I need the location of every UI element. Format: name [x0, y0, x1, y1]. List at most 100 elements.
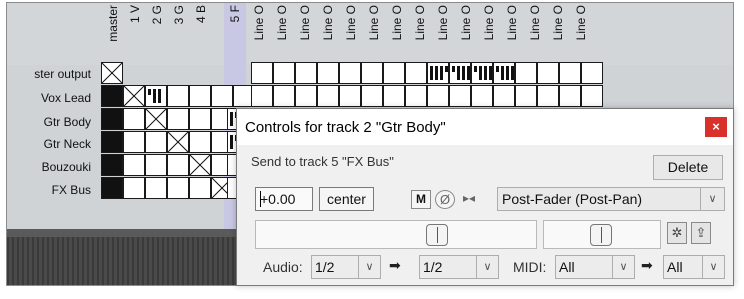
- grid-cell[interactable]: [317, 85, 339, 107]
- grid-cell[interactable]: [123, 154, 145, 176]
- grid-cell[interactable]: [493, 62, 515, 84]
- grid-cell[interactable]: [449, 85, 471, 107]
- grid-cell[interactable]: [581, 62, 603, 84]
- grid-cell[interactable]: [145, 85, 167, 107]
- grid-cell[interactable]: [295, 62, 317, 84]
- automation-icon[interactable]: ⇪: [691, 222, 711, 244]
- col-header-track-3[interactable]: 3 G: [171, 5, 186, 61]
- grid-cell[interactable]: [145, 108, 167, 130]
- grid-cell[interactable]: [211, 85, 233, 107]
- grid-cell[interactable]: [427, 85, 449, 107]
- grid-cell[interactable]: [189, 177, 211, 199]
- grid-cell[interactable]: [189, 154, 211, 176]
- midi-source-select[interactable]: All ∨: [555, 255, 635, 279]
- grid-cell[interactable]: [167, 177, 189, 199]
- grid-cell[interactable]: [405, 62, 427, 84]
- send-volume-field[interactable]: +0.00: [255, 187, 313, 211]
- grid-cell[interactable]: [339, 62, 361, 84]
- grid-cell[interactable]: [405, 85, 427, 107]
- col-header-line-out[interactable]: Line O: [527, 5, 542, 61]
- close-icon[interactable]: ×: [705, 117, 727, 137]
- grid-cell[interactable]: [471, 62, 493, 84]
- col-header-track-4[interactable]: 4 B: [193, 5, 208, 61]
- grid-cell[interactable]: [145, 131, 167, 153]
- col-header-line-out[interactable]: Line O: [504, 5, 519, 61]
- envelope-icon[interactable]: ✲: [667, 222, 687, 244]
- grid-cell[interactable]: [427, 62, 449, 84]
- grid-cell[interactable]: [167, 154, 189, 176]
- grid-cell[interactable]: [493, 85, 515, 107]
- grid-cell[interactable]: [167, 131, 189, 153]
- phase-invert-icon[interactable]: Ø: [435, 190, 455, 209]
- grid-cell[interactable]: [123, 131, 145, 153]
- col-header-line-out[interactable]: Line O: [366, 5, 381, 61]
- grid-cell[interactable]: [123, 108, 145, 130]
- col-header-line-out[interactable]: Line O: [297, 5, 312, 61]
- grid-cell[interactable]: [123, 85, 145, 107]
- col-header-track-1[interactable]: 1 V: [127, 5, 142, 61]
- col-header-line-out[interactable]: Line O: [274, 5, 289, 61]
- grid-cell[interactable]: [559, 62, 581, 84]
- col-header-line-out[interactable]: Line O: [320, 5, 335, 61]
- grid-cell[interactable]: [537, 85, 559, 107]
- col-header-line-out[interactable]: Line O: [435, 5, 450, 61]
- grid-cell[interactable]: [145, 154, 167, 176]
- grid-cell[interactable]: [515, 62, 537, 84]
- grid-cell[interactable]: [251, 85, 273, 107]
- audio-source-select[interactable]: 1/2 ∨: [311, 255, 381, 279]
- grid-cell[interactable]: [189, 85, 211, 107]
- grid-cell[interactable]: [101, 62, 123, 84]
- send-pan-slider[interactable]: [543, 220, 661, 249]
- grid-cell[interactable]: [189, 108, 211, 130]
- col-header-line-out[interactable]: Line O: [481, 5, 496, 61]
- grid-cell[interactable]: [101, 108, 123, 130]
- grid-cell[interactable]: [515, 85, 537, 107]
- grid-cell[interactable]: [189, 131, 211, 153]
- grid-cell[interactable]: [167, 85, 189, 107]
- grid-cell[interactable]: [317, 62, 339, 84]
- grid-cell[interactable]: [251, 62, 273, 84]
- grid-cell[interactable]: [361, 85, 383, 107]
- grid-cell[interactable]: [581, 85, 603, 107]
- col-header-track-2[interactable]: 2 G: [149, 5, 164, 61]
- pan-slider-thumb[interactable]: [590, 224, 612, 246]
- row-label-master-output: ster output: [34, 67, 91, 81]
- grid-cell[interactable]: [361, 62, 383, 84]
- send-mode-select[interactable]: Post-Fader (Post-Pan) ∨: [497, 187, 725, 211]
- grid-cell[interactable]: [101, 177, 123, 199]
- grid-cell[interactable]: [101, 131, 123, 153]
- grid-cell[interactable]: [537, 62, 559, 84]
- delete-send-button[interactable]: Delete: [653, 155, 723, 180]
- col-header-line-out[interactable]: Line O: [458, 5, 473, 61]
- grid-cell[interactable]: [101, 85, 123, 107]
- send-volume-slider[interactable]: [255, 220, 537, 249]
- grid-cell[interactable]: [383, 85, 405, 107]
- volume-slider-thumb[interactable]: [426, 224, 448, 246]
- dialog-titlebar[interactable]: Controls for track 2 "Gtr Body" ×: [237, 109, 733, 145]
- col-header-master[interactable]: master: [105, 5, 120, 61]
- midi-dest-select[interactable]: All ∨: [663, 255, 725, 279]
- grid-cell[interactable]: [471, 85, 493, 107]
- col-header-line-out[interactable]: Line O: [343, 5, 358, 61]
- audio-dest-select[interactable]: 1/2 ∨: [419, 255, 499, 279]
- grid-cell[interactable]: [295, 85, 317, 107]
- col-header-line-out[interactable]: Line O: [550, 5, 565, 61]
- grid-cell[interactable]: [559, 85, 581, 107]
- grid-cell[interactable]: [123, 177, 145, 199]
- grid-cell[interactable]: [449, 62, 471, 84]
- col-header-line-out[interactable]: Line O: [412, 5, 427, 61]
- send-pan-field[interactable]: center: [319, 187, 374, 211]
- mute-button[interactable]: M: [411, 190, 431, 209]
- grid-cell[interactable]: [339, 85, 361, 107]
- grid-cell[interactable]: [167, 108, 189, 130]
- mono-stereo-icon[interactable]: ▸◂: [459, 190, 479, 209]
- col-header-line-out[interactable]: Line O: [389, 5, 404, 61]
- col-header-line-out[interactable]: Line O: [251, 5, 266, 61]
- grid-cell[interactable]: [383, 62, 405, 84]
- grid-cell[interactable]: [273, 85, 295, 107]
- grid-cell[interactable]: [273, 62, 295, 84]
- col-header-line-out[interactable]: Line O: [573, 5, 588, 61]
- grid-cell[interactable]: [101, 154, 123, 176]
- grid-cell[interactable]: [145, 177, 167, 199]
- col-header-track-5[interactable]: 5 F: [227, 5, 242, 61]
